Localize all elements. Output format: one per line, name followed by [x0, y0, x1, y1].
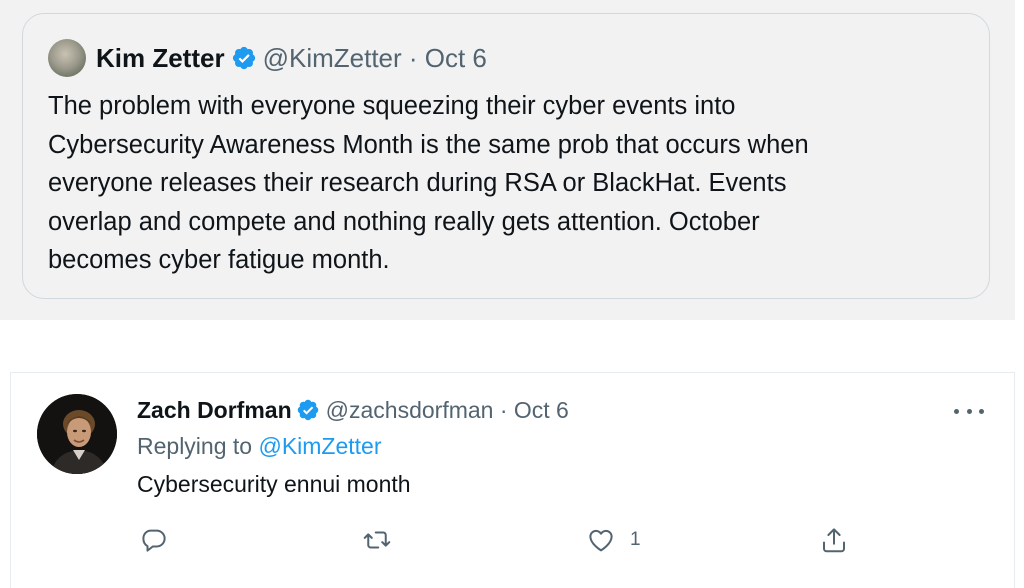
- text-line: everyone releases their research during …: [48, 169, 787, 197]
- retweet-button[interactable]: [361, 523, 393, 557]
- like-icon: [589, 529, 613, 552]
- avatar[interactable]: [48, 39, 86, 77]
- handle-and-date[interactable]: @KimZetter · Oct 6: [263, 43, 487, 74]
- reply-tweet[interactable]: Zach Dorfman @zachsdorfman · Oct 6 Reply…: [10, 372, 1015, 588]
- verified-badge-icon: [232, 46, 255, 70]
- replying-to: Replying to @KimZetter: [137, 433, 382, 460]
- text-line: The problem with everyone squeezing thei…: [48, 92, 736, 120]
- reply-tweet-header: Zach Dorfman @zachsdorfman · Oct 6: [137, 395, 569, 425]
- replying-to-handle-link[interactable]: @KimZetter: [258, 433, 381, 459]
- verified-badge-icon: [297, 399, 318, 421]
- text-line: becomes cyber fatigue month.: [48, 246, 390, 274]
- quoted-tweet-text: The problem with everyone squeezing thei…: [48, 87, 948, 280]
- more-icon[interactable]: [954, 399, 984, 423]
- replying-to-label: Replying to: [137, 433, 253, 459]
- quoted-tweet-header: Kim Zetter @KimZetter · Oct 6: [48, 38, 487, 78]
- author-name[interactable]: Kim Zetter: [96, 43, 225, 74]
- reply-tweet-text: Cybersecurity ennui month: [137, 471, 411, 497]
- avatar-portrait-icon: [37, 394, 117, 474]
- like-count: 1: [630, 529, 641, 550]
- share-button[interactable]: [819, 523, 849, 557]
- share-icon: [823, 528, 845, 553]
- like-button[interactable]: 1: [586, 523, 641, 557]
- reply-button[interactable]: [139, 523, 169, 557]
- text-line: overlap and compete and nothing really g…: [48, 207, 760, 236]
- avatar[interactable]: [37, 394, 117, 474]
- author-name[interactable]: Zach Dorfman: [137, 397, 292, 424]
- reply-icon: [142, 529, 166, 552]
- text-line: Cybersecurity Awareness Month is the sam…: [48, 130, 809, 159]
- quoted-tweet-card[interactable]: Kim Zetter @KimZetter · Oct 6 The proble…: [22, 13, 990, 299]
- handle-and-date[interactable]: @zachsdorfman · Oct 6: [326, 397, 569, 424]
- retweet-icon: [363, 531, 391, 549]
- quoted-tweet-area: Kim Zetter @KimZetter · Oct 6 The proble…: [0, 0, 1015, 320]
